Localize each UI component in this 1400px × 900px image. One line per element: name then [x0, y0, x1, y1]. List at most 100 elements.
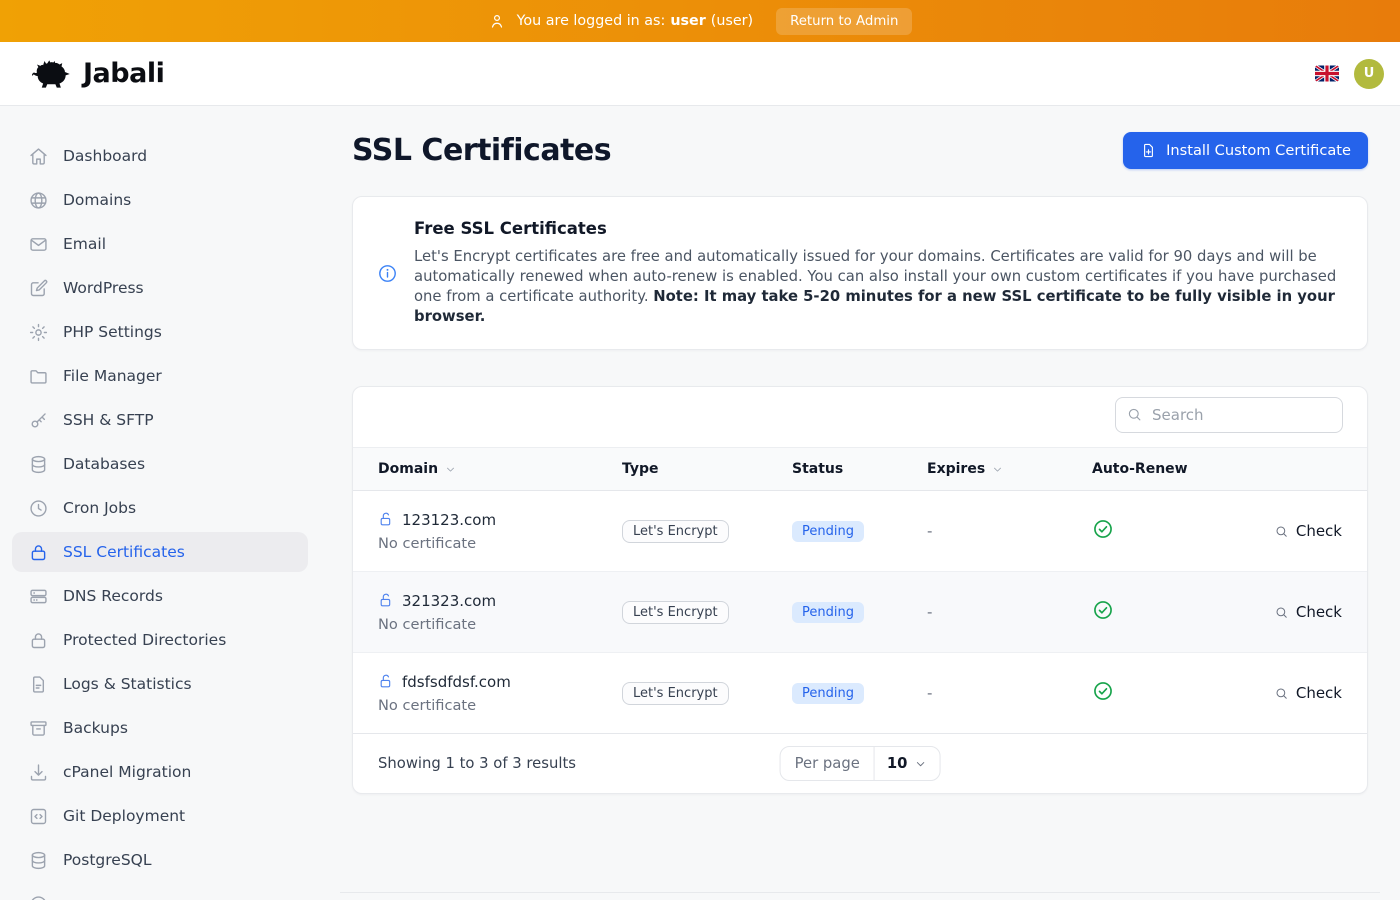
- info-title: Free SSL Certificates: [414, 219, 1343, 238]
- sidebar-item-label: Protected Directories: [63, 631, 226, 649]
- certificate-subtext: No certificate: [378, 616, 622, 633]
- brand-logo[interactable]: Jabali: [30, 58, 164, 89]
- sidebar-item-label: Git Deployment: [63, 807, 185, 825]
- sidebar-item-label: WordPress: [63, 279, 144, 297]
- table-pagination: Showing 1 to 3 of 3 results Per page 10: [353, 734, 1367, 793]
- check-certificate-button[interactable]: Check: [1274, 603, 1342, 621]
- sidebar-item-logs-statistics[interactable]: Logs & Statistics: [12, 664, 308, 704]
- user-icon: [488, 12, 506, 30]
- sidebar-item-label: Dashboard: [63, 147, 147, 165]
- sidebar-item-databases[interactable]: Databases: [12, 444, 308, 484]
- sort-chevron-icon: [991, 463, 1004, 476]
- brand-name: Jabali: [83, 58, 164, 89]
- chevron-down-icon: [913, 757, 927, 771]
- column-header-status: Status: [792, 461, 927, 477]
- impersonation-prefix: You are logged in as:: [517, 13, 666, 29]
- sidebar-item-label: Databases: [63, 455, 145, 473]
- per-page-select[interactable]: Per page 10: [780, 746, 941, 781]
- status-badge: Pending: [792, 602, 864, 623]
- install-custom-certificate-button[interactable]: Install Custom Certificate: [1123, 132, 1368, 169]
- search-input[interactable]: [1115, 397, 1343, 433]
- sidebar-item-label: PostgreSQL: [63, 851, 152, 869]
- sidebar-item-git-deployment[interactable]: Git Deployment: [12, 796, 308, 836]
- return-to-admin-button[interactable]: Return to Admin: [776, 8, 912, 35]
- domain-name: fdsfsdfdsf.com: [402, 673, 511, 691]
- per-page-value: 10: [887, 755, 908, 772]
- uk-flag-icon: [1315, 65, 1339, 82]
- table-row: 321323.com No certificate Let's Encrypt …: [353, 572, 1367, 653]
- user-avatar[interactable]: U: [1354, 59, 1384, 89]
- column-label: Domain: [378, 461, 438, 477]
- globe-icon: [28, 190, 49, 211]
- type-badge: Let's Encrypt: [622, 682, 729, 705]
- sort-chevron-icon: [444, 463, 457, 476]
- domain-name: 123123.com: [402, 511, 496, 529]
- column-header-expires[interactable]: Expires: [927, 461, 1092, 477]
- auto-renew-enabled-icon: [1092, 599, 1114, 621]
- sidebar-item-partial[interactable]: [12, 884, 308, 900]
- sidebar-item-file-manager[interactable]: File Manager: [12, 356, 308, 396]
- per-page-label: Per page: [781, 747, 875, 780]
- certificate-subtext: No certificate: [378, 697, 622, 714]
- check-certificate-button[interactable]: Check: [1274, 684, 1342, 702]
- table-body: 123123.com No certificate Let's Encrypt …: [353, 491, 1367, 734]
- column-label: Type: [622, 461, 659, 477]
- sidebar-item-label: SSH & SFTP: [63, 411, 154, 429]
- table-header-row: DomainTypeStatusExpiresAuto-Renew: [353, 447, 1367, 491]
- sidebar-item-cpanel-migration[interactable]: cPanel Migration: [12, 752, 308, 792]
- domain-name: 321323.com: [402, 592, 496, 610]
- sidebar-item-dashboard[interactable]: Dashboard: [12, 136, 308, 176]
- main-content: SSL Certificates Install Custom Certific…: [320, 106, 1400, 900]
- key-icon: [28, 410, 49, 431]
- search-icon: [1274, 605, 1289, 620]
- document-plus-icon: [1140, 142, 1157, 159]
- page-footer: Jabali Panel GitHub · © 2026 Jabali v0.9…: [340, 892, 1380, 900]
- sidebar-nav: Dashboard Domains Email WordPress PHP Se…: [0, 106, 320, 900]
- app-header: Jabali U: [0, 42, 1400, 106]
- code-icon: [28, 806, 49, 827]
- column-label: Expires: [927, 461, 985, 477]
- table-row: fdsfsdfdsf.com No certificate Let's Encr…: [353, 653, 1367, 734]
- status-badge: Pending: [792, 683, 864, 704]
- sidebar-item-label: SSL Certificates: [63, 543, 185, 561]
- info-banner: Free SSL Certificates Let's Encrypt cert…: [352, 196, 1368, 350]
- column-header-domain[interactable]: Domain: [378, 461, 622, 477]
- expires-value: -: [927, 522, 1092, 540]
- sidebar-item-email[interactable]: Email: [12, 224, 308, 264]
- sidebar-item-label: Logs & Statistics: [63, 675, 192, 693]
- sidebar-item-domains[interactable]: Domains: [12, 180, 308, 220]
- info-body: Let's Encrypt certificates are free and …: [414, 247, 1343, 327]
- sidebar-item-label: Backups: [63, 719, 128, 737]
- check-button-label: Check: [1296, 603, 1342, 621]
- type-badge: Let's Encrypt: [622, 601, 729, 624]
- auto-renew-enabled-icon: [1092, 518, 1114, 540]
- check-button-label: Check: [1296, 522, 1342, 540]
- sidebar-item-php-settings[interactable]: PHP Settings: [12, 312, 308, 352]
- type-badge: Let's Encrypt: [622, 520, 729, 543]
- doc-icon: [28, 674, 49, 695]
- sidebar-item-ssh-sftp[interactable]: SSH & SFTP: [12, 400, 308, 440]
- sidebar-item-label: File Manager: [63, 367, 162, 385]
- search-icon: [1274, 524, 1289, 539]
- impersonation-username: user: [670, 13, 705, 29]
- sidebar-item-label: Cron Jobs: [63, 499, 136, 517]
- search-icon: [1126, 406, 1143, 423]
- impersonation-role: (user): [711, 13, 753, 29]
- sidebar-item-protected-directories[interactable]: Protected Directories: [12, 620, 308, 660]
- sidebar-item-postgresql[interactable]: PostgreSQL: [12, 840, 308, 880]
- sidebar-item-cron-jobs[interactable]: Cron Jobs: [12, 488, 308, 528]
- sidebar-item-label: Domains: [63, 191, 131, 209]
- lock-icon: [28, 630, 49, 651]
- sidebar-item-dns-records[interactable]: DNS Records: [12, 576, 308, 616]
- sidebar-item-wordpress[interactable]: WordPress: [12, 268, 308, 308]
- unlock-icon: [378, 592, 395, 609]
- circle-icon: [28, 894, 49, 900]
- download-icon: [28, 762, 49, 783]
- home-icon: [28, 146, 49, 167]
- check-certificate-button[interactable]: Check: [1274, 522, 1342, 540]
- sidebar-item-backups[interactable]: Backups: [12, 708, 308, 748]
- sidebar-item-ssl-certificates[interactable]: SSL Certificates: [12, 532, 308, 572]
- sidebar-item-label: PHP Settings: [63, 323, 162, 341]
- language-flag-button[interactable]: [1315, 65, 1339, 82]
- cog-icon: [28, 322, 49, 343]
